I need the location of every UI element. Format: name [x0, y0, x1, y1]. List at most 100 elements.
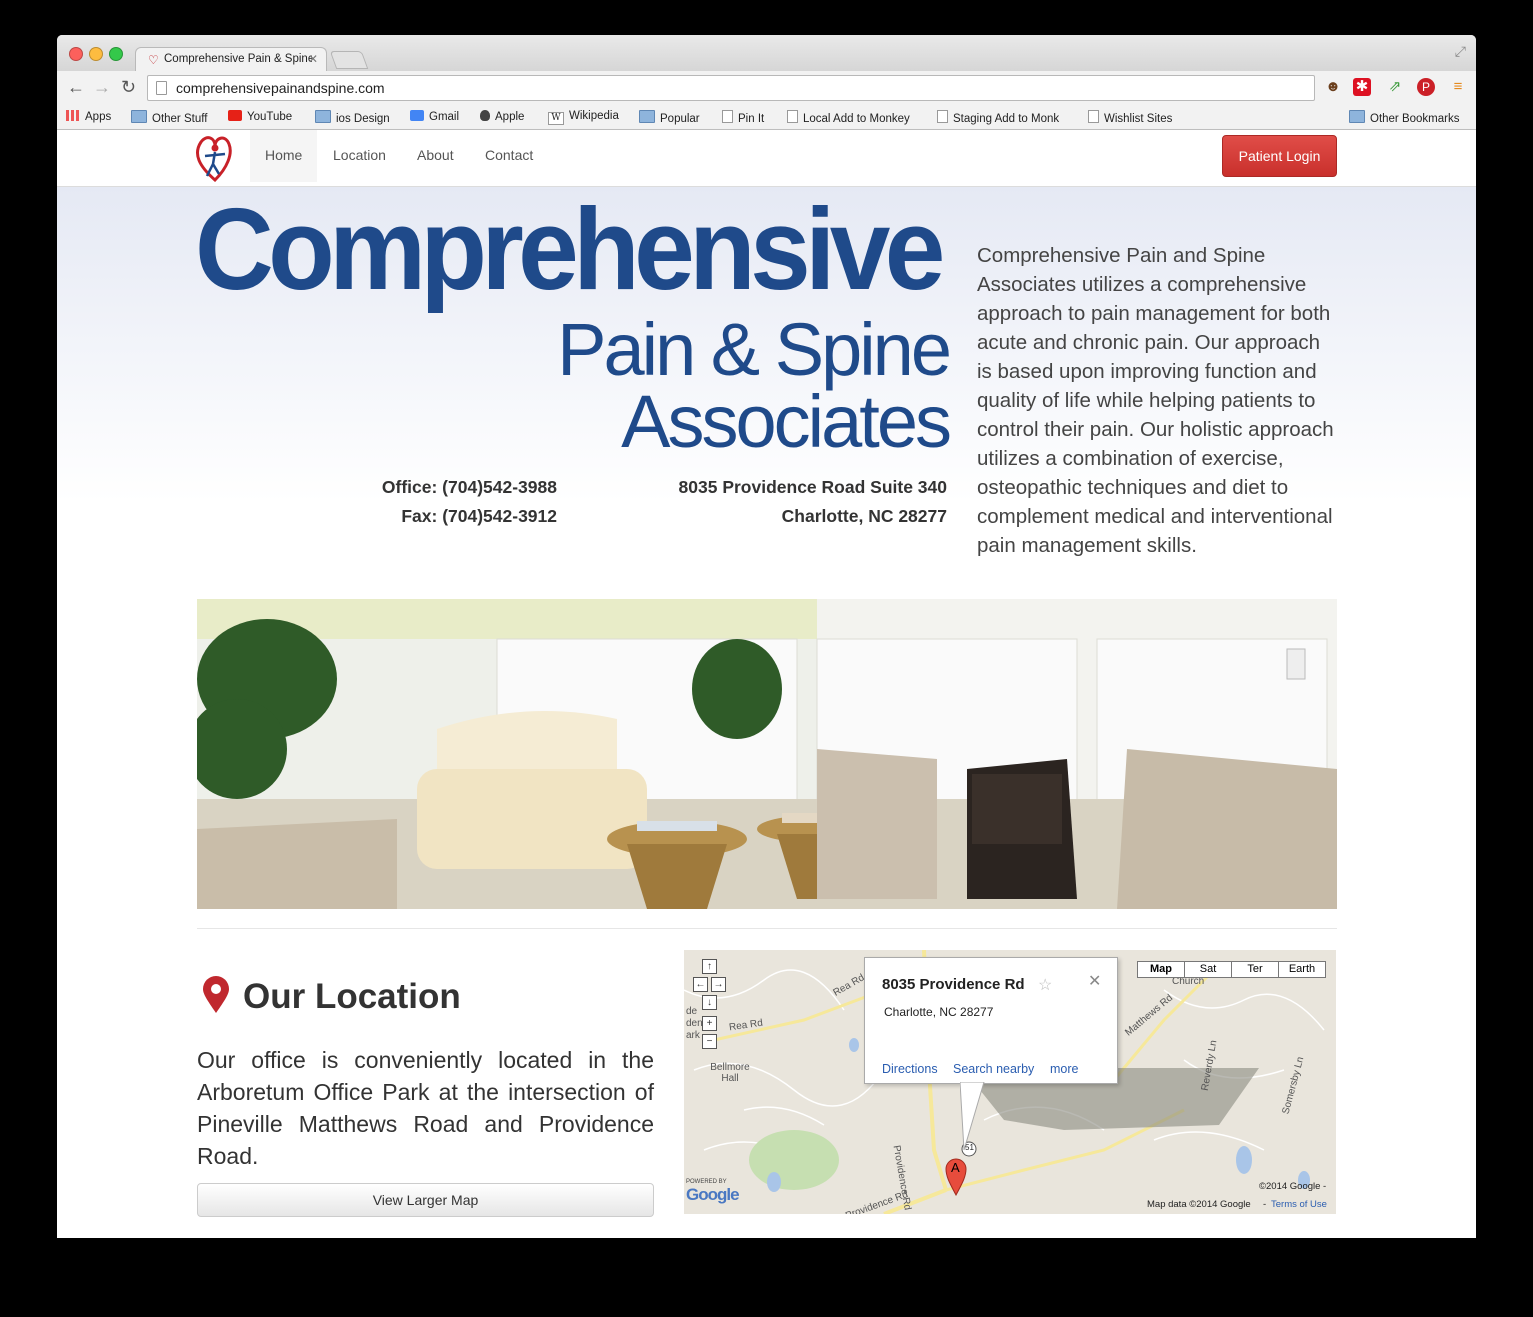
- address-line1: 8035 Providence Road Suite 340: [678, 477, 947, 497]
- nav-location[interactable]: Location: [318, 130, 401, 182]
- cast-extension-icon[interactable]: ⇗: [1386, 78, 1404, 96]
- wikipedia-icon: W: [548, 112, 564, 125]
- folder-icon: [315, 110, 331, 123]
- asterisk-extension-icon[interactable]: ✱: [1353, 78, 1371, 96]
- browser-toolbar: ← → ↻ comprehensivepainandspine.com ☻ ✱ …: [57, 71, 1476, 105]
- map-type-ter[interactable]: Ter: [1231, 961, 1279, 978]
- menu-icon[interactable]: ≡: [1449, 78, 1467, 96]
- directions-link[interactable]: Directions: [882, 1062, 938, 1076]
- marker-label: A: [951, 1160, 960, 1175]
- fax-number: Fax: (704)542-3912: [401, 506, 557, 526]
- star-icon[interactable]: ☆: [1038, 975, 1052, 995]
- pan-right-icon[interactable]: →: [711, 977, 726, 992]
- phone-block: Office: (704)542-3988 Fax: (704)542-3912: [337, 473, 557, 531]
- address-block: 8035 Providence Road Suite 340 Charlotte…: [637, 473, 947, 531]
- embedded-map[interactable]: ↑ ← → ↓ + − Rea Rd Rea Rd Bellmore Hall …: [684, 950, 1336, 1214]
- browser-tab[interactable]: ♡ Comprehensive Pain & Spine ✕: [135, 47, 327, 72]
- address-bar[interactable]: comprehensivepainandspine.com: [147, 75, 1315, 101]
- map-info-bubble: 8035 Providence Rd ☆ ✕ Charlotte, NC 282…: [864, 957, 1118, 1084]
- waiting-room-photo: [197, 599, 1337, 909]
- bubble-tail: [960, 1082, 985, 1151]
- pan-left-icon[interactable]: ←: [693, 977, 708, 992]
- forward-arrow-icon[interactable]: →: [93, 77, 111, 98]
- back-arrow-icon[interactable]: ←: [67, 77, 85, 98]
- close-tab-icon[interactable]: ✕: [308, 52, 318, 66]
- intro-paragraph: Comprehensive Pain and Spine Associates …: [977, 244, 1334, 557]
- fullscreen-icon[interactable]: ⤢: [1455, 43, 1466, 60]
- bookmark-wikipedia[interactable]: W Wikipedia: [548, 110, 619, 125]
- zoom-out-icon[interactable]: −: [702, 1034, 717, 1049]
- hero-section: Comprehensive Pain & Spine Associates Of…: [57, 187, 1476, 607]
- site-navbar: Home Location About Contact Patient Logi…: [57, 130, 1476, 187]
- bookmark-wishlist-sites[interactable]: Wishlist Sites: [1088, 110, 1172, 125]
- bookmark-local-add[interactable]: Local Add to Monkey: [787, 110, 919, 125]
- map-copyright: ©2014 Google -: [1259, 1181, 1327, 1192]
- nav-home[interactable]: Home: [250, 130, 318, 182]
- close-window-button[interactable]: [69, 47, 83, 61]
- address-line2: Charlotte, NC 28277: [781, 506, 947, 526]
- apps-grid-icon: [66, 110, 80, 121]
- nav-about[interactable]: About: [402, 130, 469, 182]
- location-description: Our office is conveniently located in th…: [197, 1047, 654, 1169]
- bookmark-youtube[interactable]: YouTube: [228, 110, 292, 123]
- heart-favicon-icon: ♡: [148, 53, 159, 67]
- page-icon: [722, 110, 733, 123]
- minimize-window-button[interactable]: [89, 47, 103, 61]
- url-text: comprehensivepainandspine.com: [176, 80, 385, 96]
- bubble-title: 8035 Providence Rd: [882, 976, 1025, 993]
- map-data-credit: Map data ©2014 Google: [1147, 1199, 1251, 1210]
- bookmark-staging-add[interactable]: Staging Add to Monk: [937, 110, 1069, 125]
- page-icon: [156, 81, 167, 95]
- map-pin-icon: [203, 976, 229, 1013]
- avatar-extension-icon[interactable]: ☻: [1324, 78, 1342, 96]
- map-label: ark: [686, 1030, 700, 1041]
- map-label: de: [686, 1006, 698, 1017]
- bookmark-pin-it[interactable]: Pin It: [722, 110, 764, 125]
- folder-icon: [639, 110, 655, 123]
- terms-of-use-link[interactable]: Terms of Use: [1271, 1199, 1327, 1210]
- brand-title-line2: Pain & Spine: [557, 308, 952, 391]
- view-larger-map-button[interactable]: View Larger Map: [197, 1183, 654, 1217]
- brand-title-line3: Associates: [621, 380, 952, 463]
- bookmark-apple[interactable]: Apple: [480, 110, 524, 123]
- map-label: Bellmore Hall: [710, 1062, 750, 1084]
- folder-icon: [1349, 110, 1365, 123]
- map-type-map[interactable]: Map: [1137, 961, 1185, 978]
- location-heading: Our Location: [243, 977, 461, 1016]
- other-bookmarks[interactable]: Other Bookmarks: [1349, 110, 1459, 125]
- apple-icon: [480, 110, 490, 121]
- folder-icon: [131, 110, 147, 123]
- youtube-icon: [228, 110, 242, 121]
- page-icon: [787, 110, 798, 123]
- bookmark-popular[interactable]: Popular: [639, 110, 700, 125]
- search-nearby-link[interactable]: Search nearby: [953, 1062, 1034, 1076]
- map-footer-separator: -: [1263, 1199, 1267, 1210]
- close-icon[interactable]: ✕: [1088, 971, 1101, 991]
- reload-icon[interactable]: ↻: [121, 77, 136, 98]
- bookmark-ios-design[interactable]: ios Design: [315, 110, 390, 125]
- map-type-earth[interactable]: Earth: [1278, 961, 1326, 978]
- bookmark-other-stuff[interactable]: Other Stuff: [131, 110, 207, 125]
- zoom-window-button[interactable]: [109, 47, 123, 61]
- browser-window: ♡ Comprehensive Pain & Spine ✕ ⤢ ← → ↻ c…: [57, 35, 1476, 1238]
- pan-down-icon[interactable]: ↓: [702, 995, 717, 1010]
- logo-icon[interactable]: [195, 134, 235, 182]
- zoom-in-icon[interactable]: +: [702, 1016, 717, 1031]
- more-link[interactable]: more: [1050, 1062, 1078, 1076]
- page-icon: [1088, 110, 1099, 123]
- nav-contact[interactable]: Contact: [470, 130, 548, 182]
- google-icon: [410, 110, 424, 121]
- pan-up-icon[interactable]: ↑: [702, 959, 717, 974]
- pinterest-icon[interactable]: P: [1417, 78, 1435, 96]
- bookmarks-bar: Apps Other Stuff YouTube ios Design Gmai…: [57, 105, 1476, 130]
- map-type-sat[interactable]: Sat: [1184, 961, 1232, 978]
- section-divider: [197, 928, 1337, 929]
- new-tab-button[interactable]: [329, 51, 369, 69]
- page-icon: [937, 110, 948, 123]
- bookmark-gmail[interactable]: Gmail: [410, 110, 459, 123]
- office-phone: Office: (704)542-3988: [381, 477, 557, 497]
- tab-strip: ♡ Comprehensive Pain & Spine ✕ ⤢: [57, 35, 1476, 72]
- bookmark-apps[interactable]: Apps: [66, 110, 111, 123]
- patient-login-button[interactable]: Patient Login: [1222, 135, 1337, 177]
- google-logo: Google: [686, 1185, 740, 1204]
